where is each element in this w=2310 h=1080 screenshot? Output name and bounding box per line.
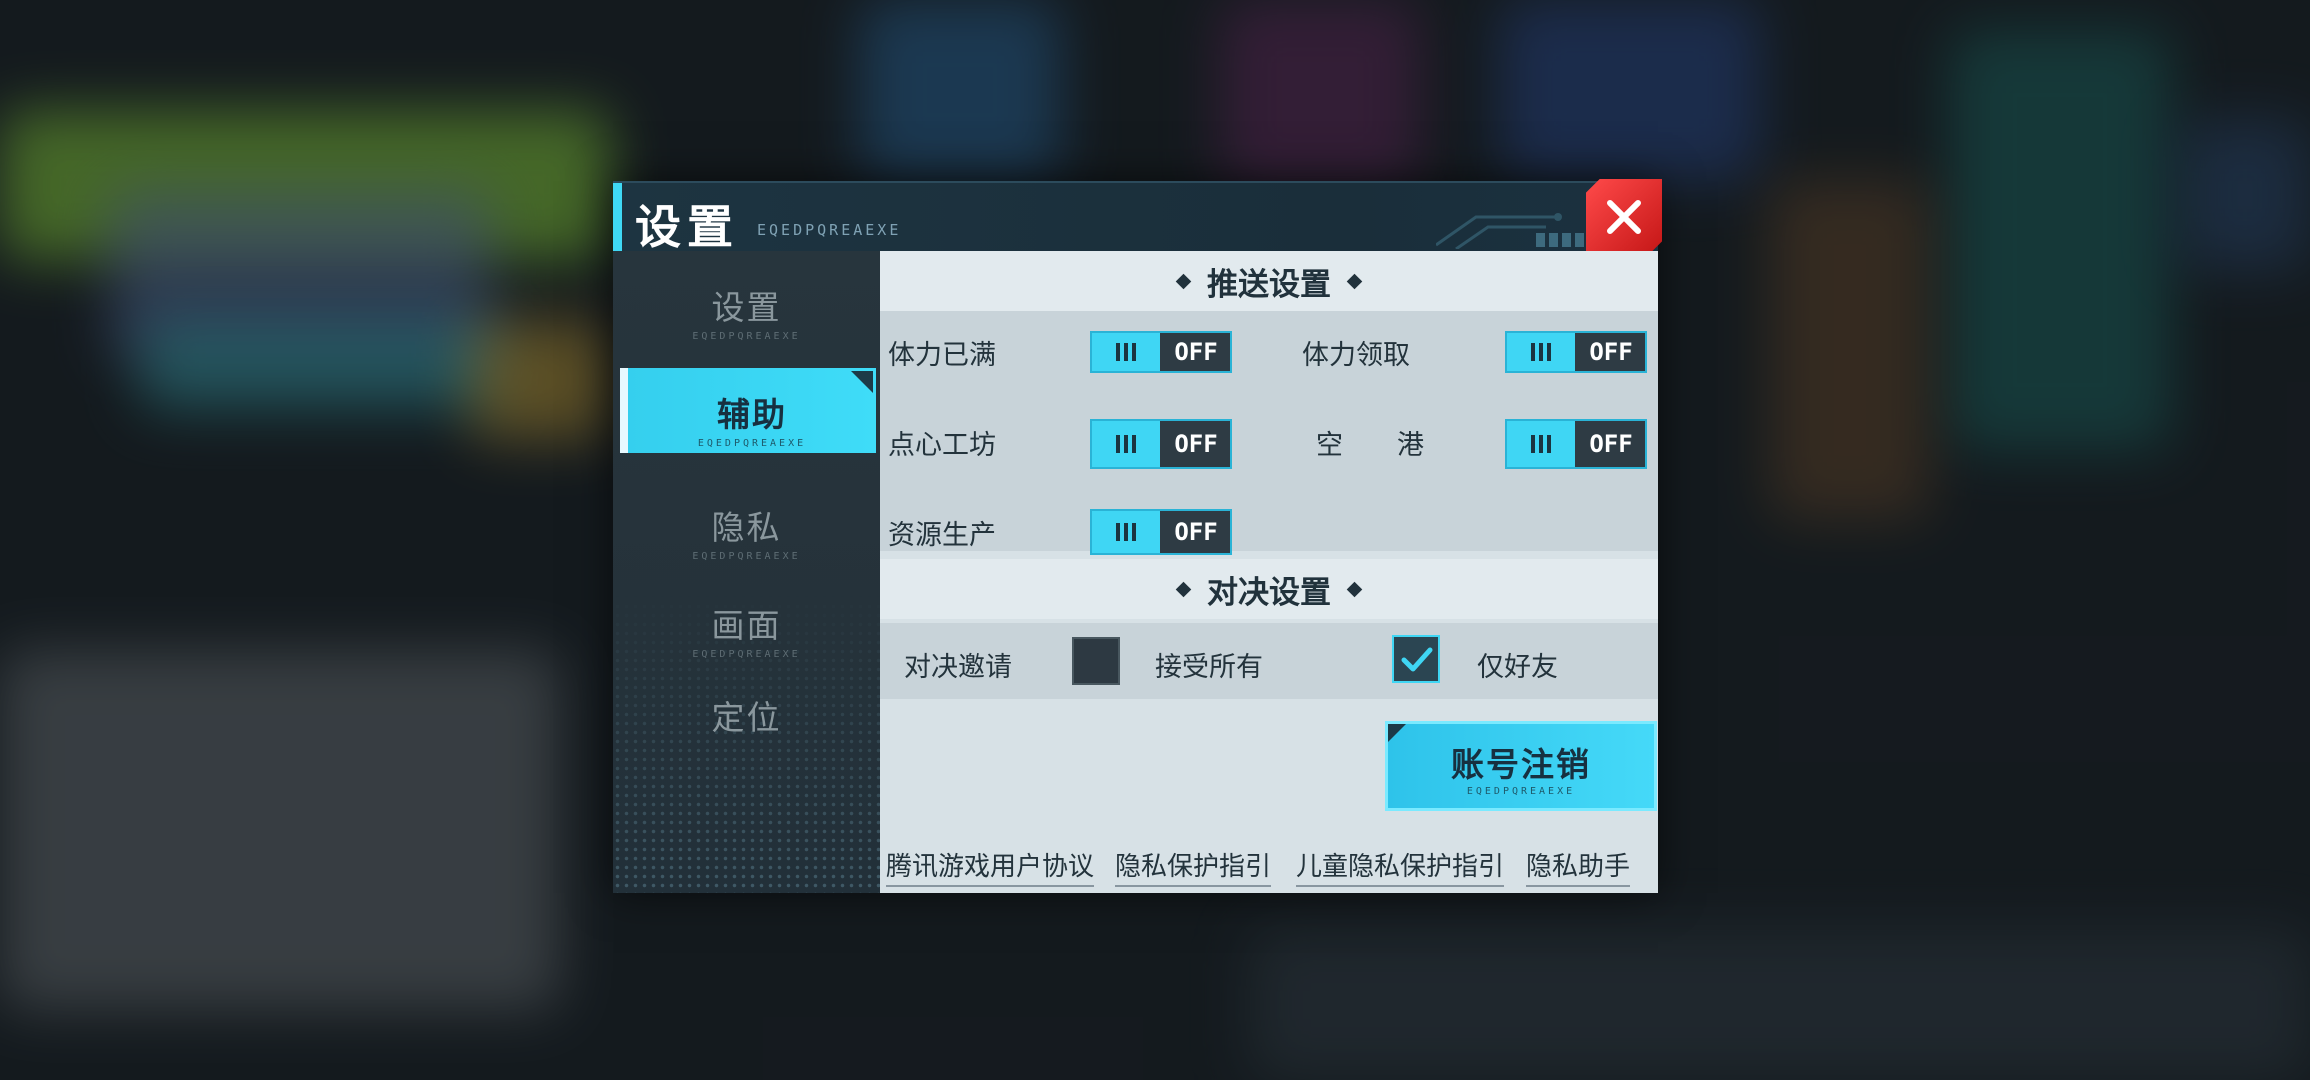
push-label-resource-production: 资源生产 bbox=[888, 520, 996, 551]
accept-all-label: 接受所有 bbox=[1155, 652, 1263, 683]
checkmark-icon bbox=[1401, 647, 1433, 672]
cancel-account-label: 账号注销 bbox=[1451, 745, 1591, 784]
toggle-stamina-full[interactable]: OFF bbox=[1090, 331, 1232, 373]
push-label-stamina-full: 体力已满 bbox=[888, 340, 996, 371]
sidebar-item-assist[interactable]: 辅助 EQEDPQREAEXE bbox=[620, 368, 876, 453]
toggle-knob bbox=[1507, 333, 1575, 371]
sidebar-item-label: 定位 bbox=[711, 698, 782, 737]
settings-dialog: 设置 EQEDPQREAEXE 设置 EQEDPQREAEXE 辅助 EQEDP… bbox=[613, 179, 1662, 893]
toggle-state: OFF bbox=[1589, 430, 1633, 458]
sidebar-item-sub: EQEDPQREAEXE bbox=[692, 331, 801, 342]
cancel-account-button[interactable]: 账号注销 EQEDPQREAEXE bbox=[1385, 721, 1657, 811]
title-accent-bar bbox=[613, 183, 622, 253]
sidebar-item-label: 画面 bbox=[711, 606, 782, 645]
diamond-icon bbox=[1175, 273, 1192, 289]
friends-only-label: 仅好友 bbox=[1477, 652, 1558, 683]
toggle-state: OFF bbox=[1174, 338, 1218, 366]
duel-invite-label: 对决邀请 bbox=[904, 652, 1012, 683]
link-user-agreement[interactable]: 腾讯游戏用户协议 bbox=[886, 846, 1095, 887]
push-settings-header: 推送设置 bbox=[880, 251, 1658, 311]
toggle-state: OFF bbox=[1174, 430, 1218, 458]
dialog-title: 设置 bbox=[635, 200, 739, 254]
link-child-privacy-guide[interactable]: 儿童隐私保护指引 bbox=[1296, 846, 1505, 887]
circuit-decoration-icon bbox=[1436, 213, 1597, 249]
sidebar-item-settings[interactable]: 设置 EQEDPQREAEXE bbox=[613, 281, 880, 342]
sidebar-item-label: 设置 bbox=[711, 288, 782, 327]
friends-only-checkbox[interactable] bbox=[1392, 635, 1440, 683]
sidebar-item-sub: EQEDPQREAEXE bbox=[692, 649, 801, 660]
toggle-airport[interactable]: OFF bbox=[1505, 419, 1647, 469]
close-icon bbox=[1607, 200, 1641, 234]
dialog-titlebar: 设置 EQEDPQREAEXE bbox=[613, 179, 1662, 255]
sidebar-item-sub: EQEDPQREAEXE bbox=[697, 438, 807, 449]
duel-settings-title: 对决设置 bbox=[1207, 574, 1331, 611]
toggle-stamina-claim[interactable]: OFF bbox=[1505, 331, 1647, 373]
sidebar-item-label: 隐私 bbox=[711, 508, 782, 547]
toggle-knob bbox=[1092, 421, 1160, 467]
toggle-knob bbox=[1507, 421, 1575, 467]
settings-sidebar: 设置 EQEDPQREAEXE 辅助 EQEDPQREAEXE 隐私 EQEDP… bbox=[613, 251, 880, 893]
toggle-state: OFF bbox=[1174, 518, 1218, 546]
sidebar-item-location[interactable]: 定位 bbox=[613, 691, 880, 739]
accept-all-checkbox[interactable] bbox=[1072, 637, 1120, 685]
settings-content: 推送设置 体力已满 OFF 体力领取 OFF 点心工坊 OFF 空 港 OFF … bbox=[880, 251, 1658, 893]
link-privacy-guide[interactable]: 隐私保护指引 bbox=[1115, 846, 1272, 887]
cancel-account-sub: EQEDPQREAEXE bbox=[1466, 786, 1576, 797]
push-settings-title: 推送设置 bbox=[1207, 266, 1331, 303]
toggle-state: OFF bbox=[1589, 338, 1633, 366]
diamond-icon bbox=[1175, 581, 1192, 597]
diamond-icon bbox=[1346, 273, 1363, 289]
push-label-stamina-claim: 体力领取 bbox=[1302, 340, 1410, 371]
toggle-resource-production[interactable]: OFF bbox=[1090, 509, 1232, 555]
link-privacy-assistant[interactable]: 隐私助手 bbox=[1526, 846, 1631, 887]
sidebar-item-sub: EQEDPQREAEXE bbox=[692, 551, 801, 562]
diamond-icon bbox=[1346, 581, 1363, 597]
sidebar-item-display[interactable]: 画面 EQEDPQREAEXE bbox=[613, 599, 880, 660]
toggle-knob bbox=[1092, 511, 1160, 553]
duel-settings-header: 对决设置 bbox=[880, 559, 1658, 619]
sidebar-item-privacy[interactable]: 隐私 EQEDPQREAEXE bbox=[613, 501, 880, 562]
push-label-airport: 空 港 bbox=[1316, 430, 1424, 461]
dialog-subtitle: EQEDPQREAEXE bbox=[757, 221, 902, 239]
close-button[interactable] bbox=[1586, 179, 1662, 255]
toggle-snack-workshop[interactable]: OFF bbox=[1090, 419, 1232, 469]
push-label-snack-workshop: 点心工坊 bbox=[888, 430, 996, 461]
sidebar-item-label: 辅助 bbox=[717, 395, 787, 434]
toggle-knob bbox=[1092, 333, 1160, 371]
